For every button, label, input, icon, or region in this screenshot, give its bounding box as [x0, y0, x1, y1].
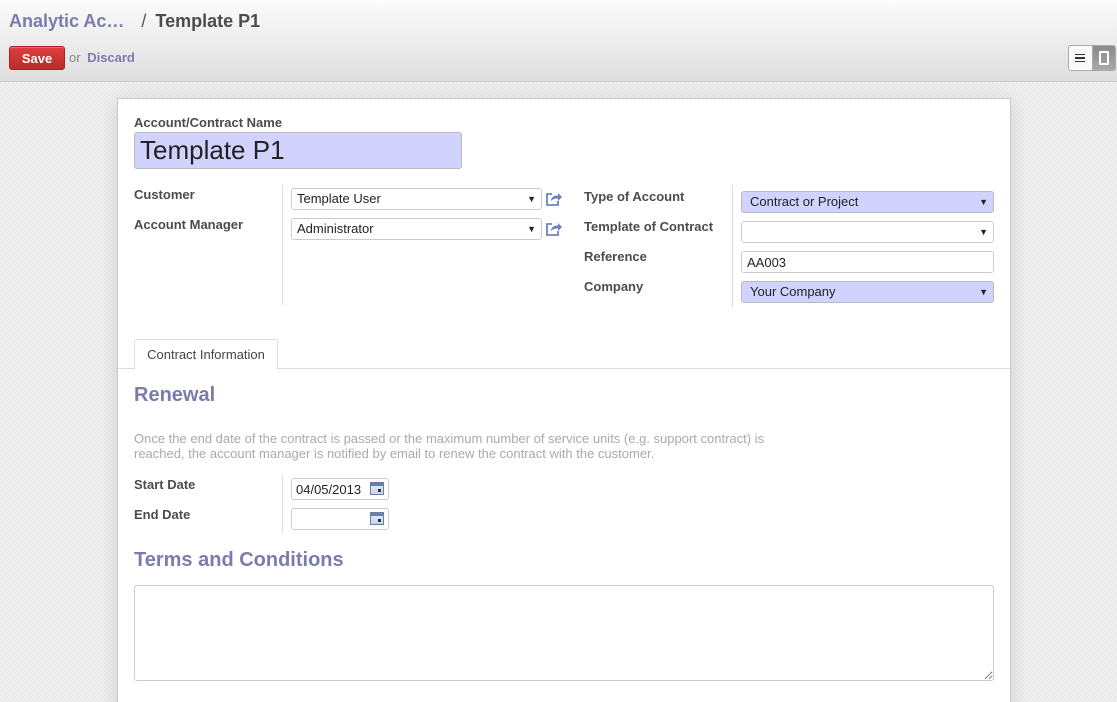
form-icon: [1098, 51, 1109, 65]
name-input[interactable]: [134, 132, 462, 169]
list-icon: [1075, 53, 1086, 63]
caret-down-icon: ▼: [979, 197, 988, 207]
account-manager-select[interactable]: Administrator ▼: [291, 218, 542, 240]
type-of-account-select[interactable]: Contract or Project ▼: [741, 191, 994, 213]
form-sheet: Account/Contract Name Customer Account M…: [117, 98, 1011, 702]
account-manager-label: Account Manager: [134, 217, 244, 232]
or-text: or: [69, 50, 81, 65]
view-switcher: [1068, 45, 1116, 71]
external-link-icon[interactable]: [545, 191, 563, 207]
list-view-button[interactable]: [1069, 46, 1092, 70]
caret-down-icon: ▼: [527, 224, 536, 234]
calendar-icon[interactable]: [370, 482, 384, 495]
end-date-field: [291, 508, 389, 530]
company-select[interactable]: Your Company ▼: [741, 281, 994, 303]
group-divider: [282, 185, 283, 305]
customer-select[interactable]: Template User ▼: [291, 188, 542, 210]
customer-value: Template User: [297, 191, 381, 206]
calendar-icon[interactable]: [370, 512, 384, 525]
reference-label: Reference: [584, 249, 647, 264]
tab-contract-information[interactable]: Contract Information: [134, 339, 278, 370]
group-divider: [282, 474, 283, 534]
breadcrumb-parent-link[interactable]: Analytic Ac…: [9, 11, 124, 31]
caret-down-icon: ▼: [527, 194, 536, 204]
template-of-contract-label: Template of Contract: [584, 219, 714, 234]
template-of-contract-select[interactable]: ▼: [741, 221, 994, 243]
company-label: Company: [584, 279, 644, 294]
reference-input[interactable]: [741, 251, 994, 273]
discard-button[interactable]: Discard: [87, 50, 135, 65]
discard-group: or Discard: [69, 50, 135, 65]
name-label: Account/Contract Name: [134, 115, 283, 130]
group-divider: [732, 185, 733, 307]
customer-label: Customer: [134, 187, 195, 202]
breadcrumb-separator: /: [141, 11, 147, 31]
type-of-account-value: Contract or Project: [750, 194, 859, 209]
terms-title: Terms and Conditions: [134, 549, 344, 571]
start-date-label: Start Date: [134, 477, 196, 492]
company-value: Your Company: [750, 284, 836, 299]
caret-down-icon: ▼: [979, 287, 988, 297]
caret-down-icon: ▼: [979, 227, 988, 237]
breadcrumb-current: Template P1: [155, 11, 261, 31]
end-date-label: End Date: [134, 507, 191, 522]
end-date-input[interactable]: [292, 509, 368, 529]
renewal-help-line-2: reached, the account manager is notified…: [134, 446, 655, 461]
control-panel: Analytic Ac… / Template P1 Save or Disca…: [0, 0, 1117, 82]
start-date-field: [291, 478, 389, 500]
save-button[interactable]: Save: [9, 46, 65, 70]
renewal-title: Renewal: [134, 384, 216, 406]
account-manager-value: Administrator: [297, 221, 374, 236]
start-date-input[interactable]: [292, 479, 368, 499]
renewal-help-text: Once the end date of the contract is pas…: [134, 431, 794, 461]
type-of-account-label: Type of Account: [584, 189, 685, 204]
form-view-button[interactable]: [1091, 46, 1115, 70]
breadcrumb: Analytic Ac… / Template P1: [9, 10, 260, 32]
renewal-help-line-1: Once the end date of the contract is pas…: [134, 431, 765, 446]
terms-textarea[interactable]: [134, 585, 994, 681]
external-link-icon[interactable]: [545, 221, 563, 237]
